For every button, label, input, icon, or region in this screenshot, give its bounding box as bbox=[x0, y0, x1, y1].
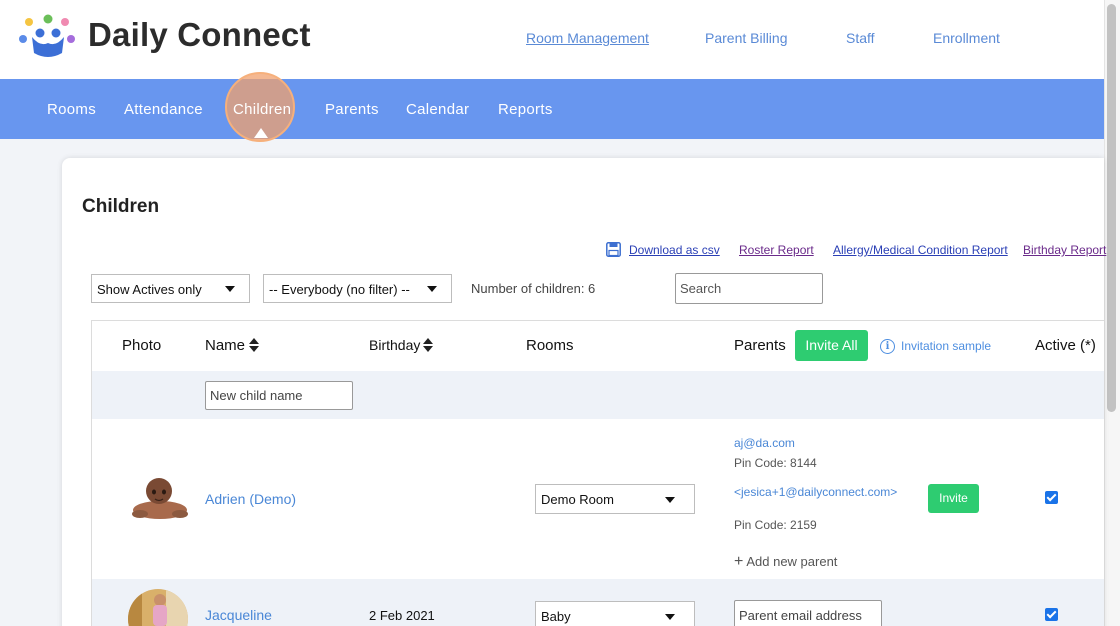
sort-birthday-icon[interactable] bbox=[423, 338, 433, 352]
col-photo: Photo bbox=[122, 337, 162, 354]
group-filter-select[interactable]: -- Everybody (no filter) -- bbox=[263, 274, 452, 303]
parent-email-link[interactable]: <jesica+1@dailyconnect.com> bbox=[734, 485, 897, 499]
col-birthday[interactable]: Birthday bbox=[369, 337, 420, 353]
nav-calendar[interactable]: Calendar bbox=[406, 101, 469, 118]
col-name[interactable]: Name bbox=[205, 337, 245, 354]
page-title: Children bbox=[82, 196, 160, 217]
daily-connect-logo[interactable] bbox=[18, 13, 78, 61]
top-header: Daily Connect Room Management Parent Bil… bbox=[0, 0, 1104, 79]
new-child-name-input[interactable] bbox=[205, 381, 353, 410]
room-select-value: Demo Room bbox=[541, 492, 614, 507]
status-filter-select[interactable]: Show Actives only bbox=[91, 274, 250, 303]
invitation-sample-link[interactable]: Invitation sample bbox=[901, 339, 991, 353]
top-link-room-management[interactable]: Room Management bbox=[526, 30, 649, 46]
children-count: Number of children: 6 bbox=[471, 281, 596, 296]
nav-reports[interactable]: Reports bbox=[498, 101, 553, 118]
child-name-link[interactable]: Jacqueline bbox=[205, 607, 272, 623]
group-filter-value: -- Everybody (no filter) -- bbox=[269, 282, 410, 297]
parent-email-link[interactable]: aj@da.com bbox=[734, 436, 795, 450]
nav-rooms[interactable]: Rooms bbox=[47, 101, 96, 118]
room-select[interactable]: Baby bbox=[535, 601, 695, 626]
scrollbar-thumb[interactable] bbox=[1107, 4, 1116, 412]
room-select[interactable]: Demo Room bbox=[535, 484, 695, 514]
chevron-down-icon bbox=[427, 286, 437, 292]
nav-parents[interactable]: Parents bbox=[325, 101, 379, 118]
active-checkbox[interactable] bbox=[1045, 491, 1058, 504]
search-input[interactable] bbox=[675, 273, 823, 304]
roster-report-link[interactable]: Roster Report bbox=[739, 243, 814, 257]
child-name-link[interactable]: Adrien (Demo) bbox=[205, 491, 296, 507]
child-photo-adrien[interactable] bbox=[130, 472, 190, 522]
parent-pin-code: Pin Code: 8144 bbox=[734, 456, 817, 470]
top-link-parent-billing[interactable]: Parent Billing bbox=[705, 30, 788, 46]
col-active: Active (*) bbox=[1035, 337, 1096, 354]
room-select-value: Baby bbox=[541, 609, 571, 624]
col-rooms: Rooms bbox=[526, 337, 574, 354]
sort-name-icon[interactable] bbox=[249, 338, 259, 352]
brand-name: Daily Connect bbox=[88, 16, 311, 53]
add-new-parent-link[interactable]: + Add new parent bbox=[734, 553, 837, 571]
parent-pin-code: Pin Code: 2159 bbox=[734, 518, 817, 532]
child-photo-jacqueline[interactable] bbox=[128, 588, 188, 626]
plus-icon: + bbox=[734, 553, 744, 570]
col-parents: Parents bbox=[734, 337, 786, 354]
allergy-report-link[interactable]: Allergy/Medical Condition Report bbox=[833, 243, 1008, 257]
save-icon[interactable] bbox=[606, 242, 621, 257]
nav-children[interactable]: Children bbox=[233, 101, 291, 118]
status-filter-value: Show Actives only bbox=[97, 282, 202, 297]
chevron-down-icon bbox=[665, 497, 675, 503]
info-icon[interactable]: i bbox=[880, 339, 895, 354]
parent-email-input[interactable] bbox=[734, 600, 882, 626]
child-birthday: 2 Feb 2021 bbox=[369, 608, 435, 623]
top-link-enrollment[interactable]: Enrollment bbox=[933, 30, 1000, 46]
download-csv-link[interactable]: Download as csv bbox=[629, 243, 720, 257]
invite-button[interactable]: Invite bbox=[928, 484, 979, 513]
top-link-staff[interactable]: Staff bbox=[846, 30, 875, 46]
chevron-down-icon bbox=[225, 286, 235, 292]
add-new-parent-label: Add new parent bbox=[746, 554, 838, 569]
active-tab-caret bbox=[254, 128, 268, 138]
invite-all-button[interactable]: Invite All bbox=[795, 330, 868, 361]
chevron-down-icon bbox=[665, 614, 675, 620]
active-checkbox[interactable] bbox=[1045, 608, 1058, 621]
nav-attendance[interactable]: Attendance bbox=[124, 101, 203, 118]
birthday-report-link[interactable]: Birthday Report bbox=[1023, 243, 1106, 257]
